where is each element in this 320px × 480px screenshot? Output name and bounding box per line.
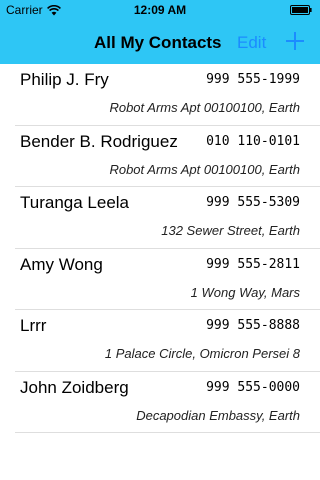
add-contact-button[interactable]: [285, 31, 305, 51]
battery-icon: [290, 5, 312, 15]
contact-row-amy[interactable]: Amy Wong 999 555-2811 1 Wong Way, Mars: [0, 249, 320, 311]
contact-address: Robot Arms Apt 00100100, Earth: [109, 161, 300, 177]
status-bar: Carrier 12:09 AM: [0, 0, 320, 20]
contact-phone: 999 555-0000: [206, 379, 300, 395]
contact-address: 1 Palace Circle, Omicron Persei 8: [104, 346, 300, 361]
contact-phone: 010 110-0101: [206, 133, 300, 149]
contact-row-zoidberg[interactable]: John Zoidberg 999 555-0000 Decapodian Em…: [0, 372, 320, 434]
contact-row-leela[interactable]: Turanga Leela 999 555-5309 132 Sewer Str…: [0, 187, 320, 249]
contact-name: Philip J. Fry: [20, 70, 109, 89]
contact-phone: 999 555-8888: [206, 318, 300, 333]
edit-button[interactable]: Edit: [237, 33, 266, 53]
contact-name: John Zoidberg: [20, 377, 129, 397]
contact-phone: 999 555-5309: [206, 195, 300, 210]
contact-name: Lrrr: [20, 316, 47, 335]
contact-row-fry[interactable]: Philip J. Fry 999 555-1999 Robot Arms Ap…: [0, 64, 320, 126]
contact-name: Bender B. Rodriguez: [20, 131, 178, 151]
contact-address: 132 Sewer Street, Earth: [161, 223, 300, 238]
contact-address: Robot Arms Apt 00100100, Earth: [109, 100, 300, 115]
contact-phone: 999 555-1999: [206, 72, 300, 87]
page-title: All My Contacts: [94, 33, 222, 52]
contact-phone: 999 555-2811: [206, 256, 300, 272]
plus-icon: [286, 32, 304, 50]
status-time: 12:09 AM: [133, 3, 187, 17]
navigation-header: Carrier 12:09 AM All My Contacts Edit: [0, 0, 320, 64]
contact-address: Decapodian Embassy, Earth: [136, 407, 300, 423]
contact-list: Philip J. Fry 999 555-1999 Robot Arms Ap…: [0, 64, 320, 433]
contact-address: 1 Wong Way, Mars: [190, 284, 300, 300]
contact-name: Amy Wong: [20, 254, 103, 274]
contact-name: Turanga Leela: [20, 193, 130, 212]
contact-row-lrrr[interactable]: Lrrr 999 555-8888 1 Palace Circle, Omicr…: [0, 310, 320, 372]
contact-row-bender[interactable]: Bender B. Rodriguez 010 110-0101 Robot A…: [0, 126, 320, 188]
